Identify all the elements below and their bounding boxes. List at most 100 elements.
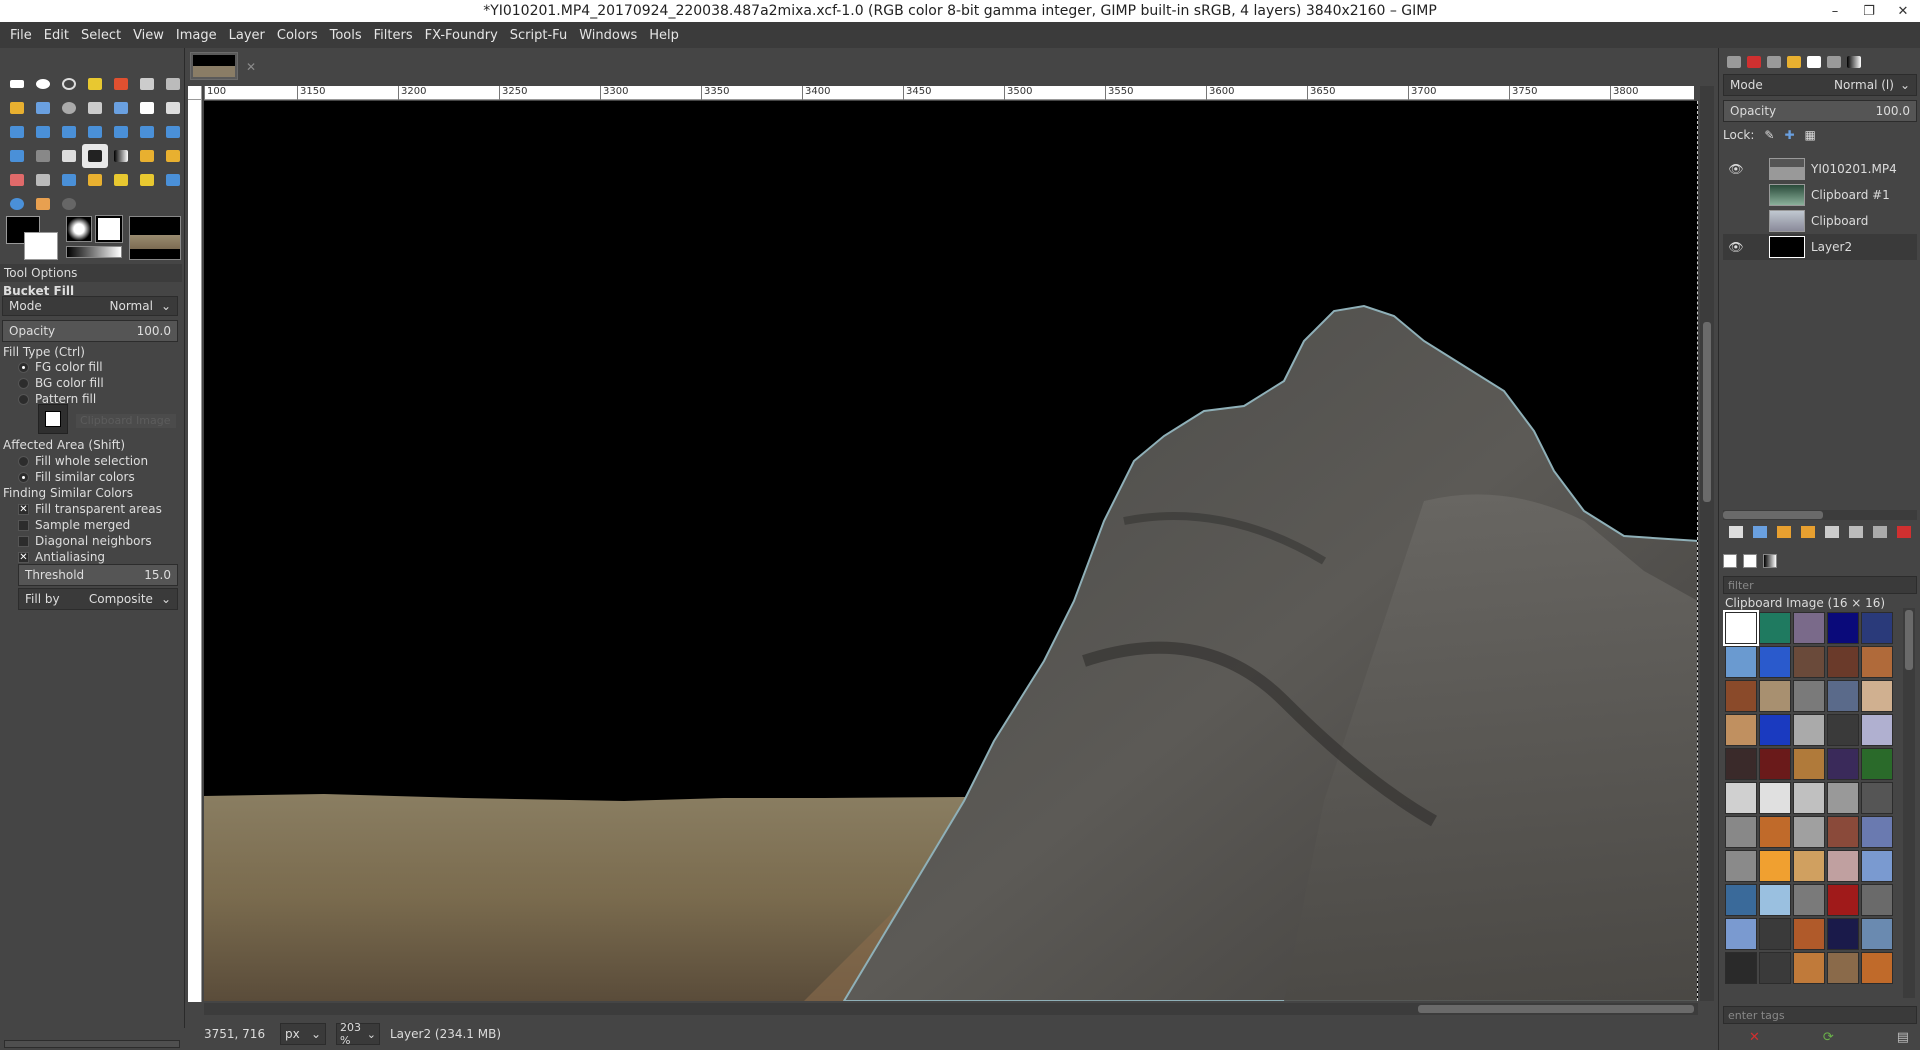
horizontal-ruler[interactable]: 100 3150 3200 3250 3300 3350 3400 3450 3… [204, 86, 1694, 100]
pattern-swatch[interactable] [1759, 680, 1791, 712]
tool-presets-tab-icon[interactable] [1827, 56, 1841, 68]
pattern-selector-button[interactable] [38, 404, 68, 434]
threshold-slider[interactable]: Threshold 15.0 [18, 564, 178, 586]
menu-fx-foundry[interactable]: FX-Foundry [419, 28, 504, 43]
image-canvas[interactable] [204, 101, 1698, 1001]
lock-alpha-icon[interactable]: ▦ [1805, 128, 1816, 142]
brushes-tab-icon[interactable] [1807, 56, 1821, 68]
background-color-swatch[interactable] [24, 232, 58, 260]
scrollbar-thumb[interactable] [1905, 610, 1913, 670]
pattern-swatch[interactable] [1725, 816, 1757, 848]
pattern-swatch[interactable] [1827, 952, 1859, 984]
pattern-swatch[interactable] [1725, 646, 1757, 678]
diagonal-neighbors-checkbox[interactable]: Diagonal neighbors [18, 534, 200, 548]
pattern-swatch[interactable] [1725, 884, 1757, 916]
fill-by-dropdown[interactable]: Fill by Composite ⌄ [18, 588, 178, 610]
pencil-tool-icon[interactable] [134, 144, 160, 168]
layer-row[interactable]: 👁 YI010201.MP4 [1723, 156, 1917, 182]
layers-scrollbar[interactable] [1723, 510, 1917, 520]
pattern-swatch[interactable] [1759, 782, 1791, 814]
unit-dropdown[interactable]: px ⌄ [280, 1023, 326, 1045]
menu-edit[interactable]: Edit [38, 28, 75, 43]
menu-help[interactable]: Help [643, 28, 685, 43]
menu-script-fu[interactable]: Script-Fu [504, 28, 573, 43]
canvas-vertical-scrollbar[interactable] [1700, 86, 1714, 1001]
vertical-ruler[interactable] [188, 100, 202, 1002]
delete-pattern-icon[interactable]: ▤ [1897, 1030, 1909, 1045]
pattern-swatch[interactable] [1793, 918, 1825, 950]
free-select-tool-icon[interactable] [56, 72, 82, 96]
undo-tab-icon[interactable] [1787, 56, 1801, 68]
delete-layer-icon[interactable] [1897, 526, 1911, 538]
pattern-swatch[interactable] [1759, 884, 1791, 916]
pattern-swatch[interactable] [1827, 782, 1859, 814]
pattern-swatch[interactable] [1793, 680, 1825, 712]
eraser-tool-icon[interactable] [4, 168, 30, 192]
measure-tool-icon[interactable] [82, 96, 108, 120]
ellipse-select-tool-icon[interactable] [30, 72, 56, 96]
raise-layer-icon[interactable] [1777, 526, 1791, 538]
perspective-clone-tool-icon[interactable] [160, 168, 186, 192]
pattern-swatch[interactable] [1827, 612, 1859, 644]
eye-icon[interactable]: 👁 [1723, 240, 1749, 254]
pattern-swatch[interactable] [1861, 612, 1893, 644]
pattern-swatch[interactable] [1861, 646, 1893, 678]
zoom-tool-icon[interactable] [56, 96, 82, 120]
perspective-tool-icon[interactable] [82, 120, 108, 144]
minimize-button[interactable]: – [1818, 0, 1852, 22]
lock-position-icon[interactable]: ✚ [1784, 128, 1794, 142]
mypaint-brush-tool-icon[interactable] [82, 168, 108, 192]
pattern-swatch[interactable] [1827, 816, 1859, 848]
ruler-corner[interactable] [188, 86, 202, 100]
menu-view[interactable]: View [127, 28, 170, 43]
pattern-swatch[interactable] [1827, 918, 1859, 950]
fill-bg-radio[interactable]: BG color fill [18, 376, 200, 390]
lock-pixels-icon[interactable]: ✎ [1764, 128, 1774, 142]
pattern-swatch[interactable] [1861, 884, 1893, 916]
pattern-swatch[interactable] [1725, 714, 1757, 746]
pattern-swatch[interactable] [1759, 952, 1791, 984]
tags-input[interactable]: enter tags [1723, 1006, 1917, 1024]
patterns-scrollbar[interactable] [1903, 608, 1915, 998]
pattern-swatch[interactable] [1759, 646, 1791, 678]
scrollbar-thumb[interactable] [1418, 1005, 1694, 1013]
pattern-preview[interactable] [95, 215, 123, 243]
pattern-swatch[interactable] [1723, 610, 1759, 646]
pattern-swatch[interactable] [1759, 612, 1791, 644]
paths-tab-icon[interactable] [1767, 56, 1781, 68]
scale-tool-icon[interactable] [30, 120, 56, 144]
crop-tool-icon[interactable] [160, 96, 186, 120]
toolbox-scrollbar[interactable] [4, 1040, 180, 1048]
anchor-layer-icon[interactable] [1849, 526, 1863, 538]
pattern-swatch[interactable] [1793, 884, 1825, 916]
fill-whole-selection-radio[interactable]: Fill whole selection [18, 454, 200, 468]
new-layer-group-icon[interactable] [1753, 526, 1767, 538]
pattern-swatch[interactable] [1861, 952, 1893, 984]
close-icon[interactable]: ✕ [246, 60, 256, 74]
scrollbar-thumb[interactable] [1723, 511, 1823, 519]
pattern-swatch[interactable] [1793, 782, 1825, 814]
pattern-swatch[interactable] [1725, 850, 1757, 882]
dodge-burn-tool-icon[interactable] [56, 192, 82, 216]
pattern-swatch[interactable] [1725, 918, 1757, 950]
pattern-swatch[interactable] [1725, 680, 1757, 712]
channels-tab-icon[interactable] [1747, 56, 1761, 68]
gradient-tool-icon[interactable] [108, 144, 134, 168]
patterns-tab-icon[interactable] [1743, 554, 1757, 568]
smudge-tool-icon[interactable] [30, 192, 56, 216]
flip-tool-icon[interactable] [108, 120, 134, 144]
pattern-swatch[interactable] [1793, 612, 1825, 644]
select-by-color-tool-icon[interactable] [108, 72, 134, 96]
close-icon[interactable]: ✕ [1749, 1030, 1760, 1045]
pattern-swatch[interactable] [1861, 782, 1893, 814]
refresh-icon[interactable]: ⟳ [1823, 1030, 1834, 1045]
unified-transform-tool-icon[interactable] [4, 144, 30, 168]
layer-mode-dropdown[interactable]: Mode Normal (l) ⌄ [1723, 74, 1917, 96]
pattern-swatch[interactable] [1827, 714, 1859, 746]
align-tool-icon[interactable] [134, 96, 160, 120]
bucket-fill-tool-icon[interactable] [82, 144, 108, 168]
cage-tool-icon[interactable] [134, 120, 160, 144]
pattern-swatch[interactable] [1793, 850, 1825, 882]
clone-tool-icon[interactable] [108, 168, 134, 192]
canvas-horizontal-scrollbar[interactable] [204, 1003, 1698, 1015]
